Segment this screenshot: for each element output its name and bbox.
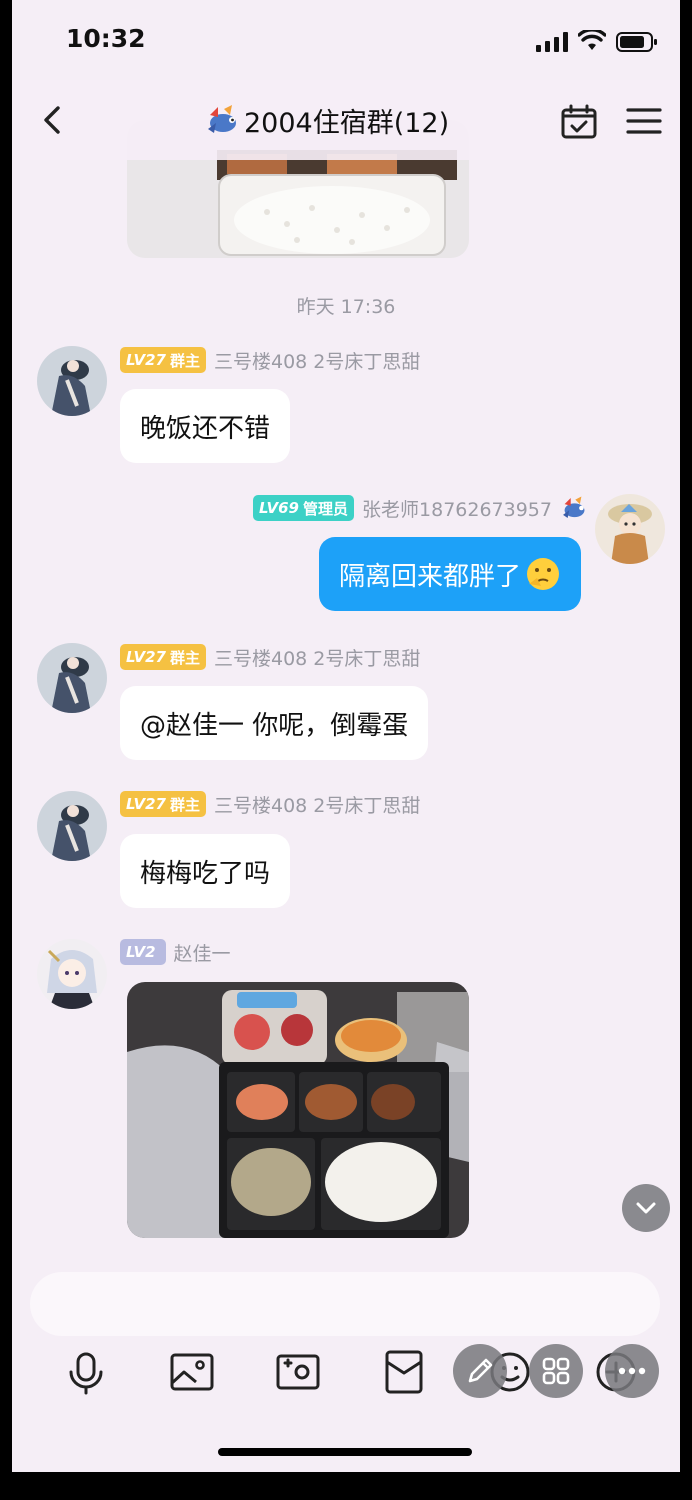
scroll-to-bottom-button[interactable] — [622, 1184, 670, 1232]
grid-icon — [542, 1357, 570, 1385]
thinking-emoji-icon — [527, 558, 559, 590]
sender-meta: LV27 群主 三号楼408 2号床丁思甜 — [120, 643, 420, 671]
chat-screen: 10:32 2004住宿群(12) 昨天 17:36 LV27 群主 三号楼40… — [12, 0, 680, 1472]
message-bubble[interactable]: 晚饭还不错 — [120, 389, 291, 463]
level-badge: LV2 — [120, 939, 166, 965]
photo-message[interactable] — [127, 982, 469, 1238]
sender-name: 张老师18762673957 — [362, 498, 552, 521]
cellular-signal-icon — [536, 32, 568, 52]
avatar[interactable] — [595, 494, 665, 564]
level-badge: LV27 群主 — [120, 644, 206, 670]
menu-icon[interactable] — [626, 106, 662, 136]
chat-header: 2004住宿群(12) — [12, 80, 680, 160]
sender-meta: LV27 群主 三号楼408 2号床丁思甜 — [120, 790, 420, 818]
sender-name: 赵佳一 — [173, 942, 231, 965]
avatar[interactable] — [37, 791, 107, 861]
group-name: 2004住宿群(12) — [244, 107, 450, 139]
message-text: @赵佳一 你呢，倒霉蛋 — [140, 710, 409, 741]
message-bubble[interactable]: @赵佳一 你呢，倒霉蛋 — [120, 686, 429, 760]
message-bubble[interactable]: 梅梅吃了吗 — [120, 834, 291, 908]
group-dragon-icon — [563, 496, 585, 518]
sender-name: 三号楼408 2号床丁思甜 — [214, 350, 421, 373]
message-text: 隔离回来都胖了 — [338, 561, 521, 592]
avatar[interactable] — [37, 346, 107, 416]
level-badge: LV27 群主 — [120, 347, 206, 373]
chevron-down-icon — [636, 1202, 656, 1214]
sender-name: 三号楼408 2号床丁思甜 — [214, 794, 421, 817]
sender-meta: LV2 赵佳一 — [120, 938, 231, 966]
message-text: 晚饭还不错 — [140, 413, 271, 444]
sender-meta: LV27 群主 三号楼408 2号床丁思甜 — [120, 346, 420, 374]
edit-floating-button[interactable] — [453, 1344, 507, 1398]
battery-icon — [616, 32, 657, 52]
red-packet-icon[interactable] — [378, 1346, 430, 1398]
message-text: 梅梅吃了吗 — [140, 858, 271, 889]
camera-icon[interactable] — [272, 1346, 324, 1398]
mic-icon[interactable] — [60, 1346, 112, 1398]
sender-name: 三号楼408 2号床丁思甜 — [214, 647, 421, 670]
time-separator: 昨天 17:36 — [296, 296, 396, 318]
status-bar: 10:32 — [12, 0, 680, 80]
level-badge: LV27 群主 — [120, 791, 206, 817]
level-badge: LV69 管理员 — [253, 495, 355, 521]
avatar[interactable] — [37, 643, 107, 713]
calendar-check-icon[interactable] — [560, 104, 598, 140]
more-dots-icon — [618, 1367, 646, 1375]
message-input[interactable] — [30, 1272, 660, 1336]
sender-meta: LV69 管理员 张老师18762673957 — [253, 494, 588, 522]
image-icon[interactable] — [166, 1346, 218, 1398]
status-time: 10:32 — [66, 24, 146, 53]
avatar[interactable] — [37, 939, 107, 1009]
group-title[interactable]: 2004住宿群(12) — [202, 98, 449, 142]
pencil-icon — [468, 1358, 493, 1383]
back-arrow-icon[interactable] — [38, 100, 68, 140]
apps-floating-button[interactable] — [529, 1344, 583, 1398]
message-bubble[interactable]: 隔离回来都胖了 — [318, 537, 581, 611]
group-dragon-icon — [208, 105, 236, 133]
home-indicator[interactable] — [218, 1448, 472, 1456]
more-floating-button[interactable] — [605, 1344, 659, 1398]
wifi-icon — [578, 30, 606, 50]
